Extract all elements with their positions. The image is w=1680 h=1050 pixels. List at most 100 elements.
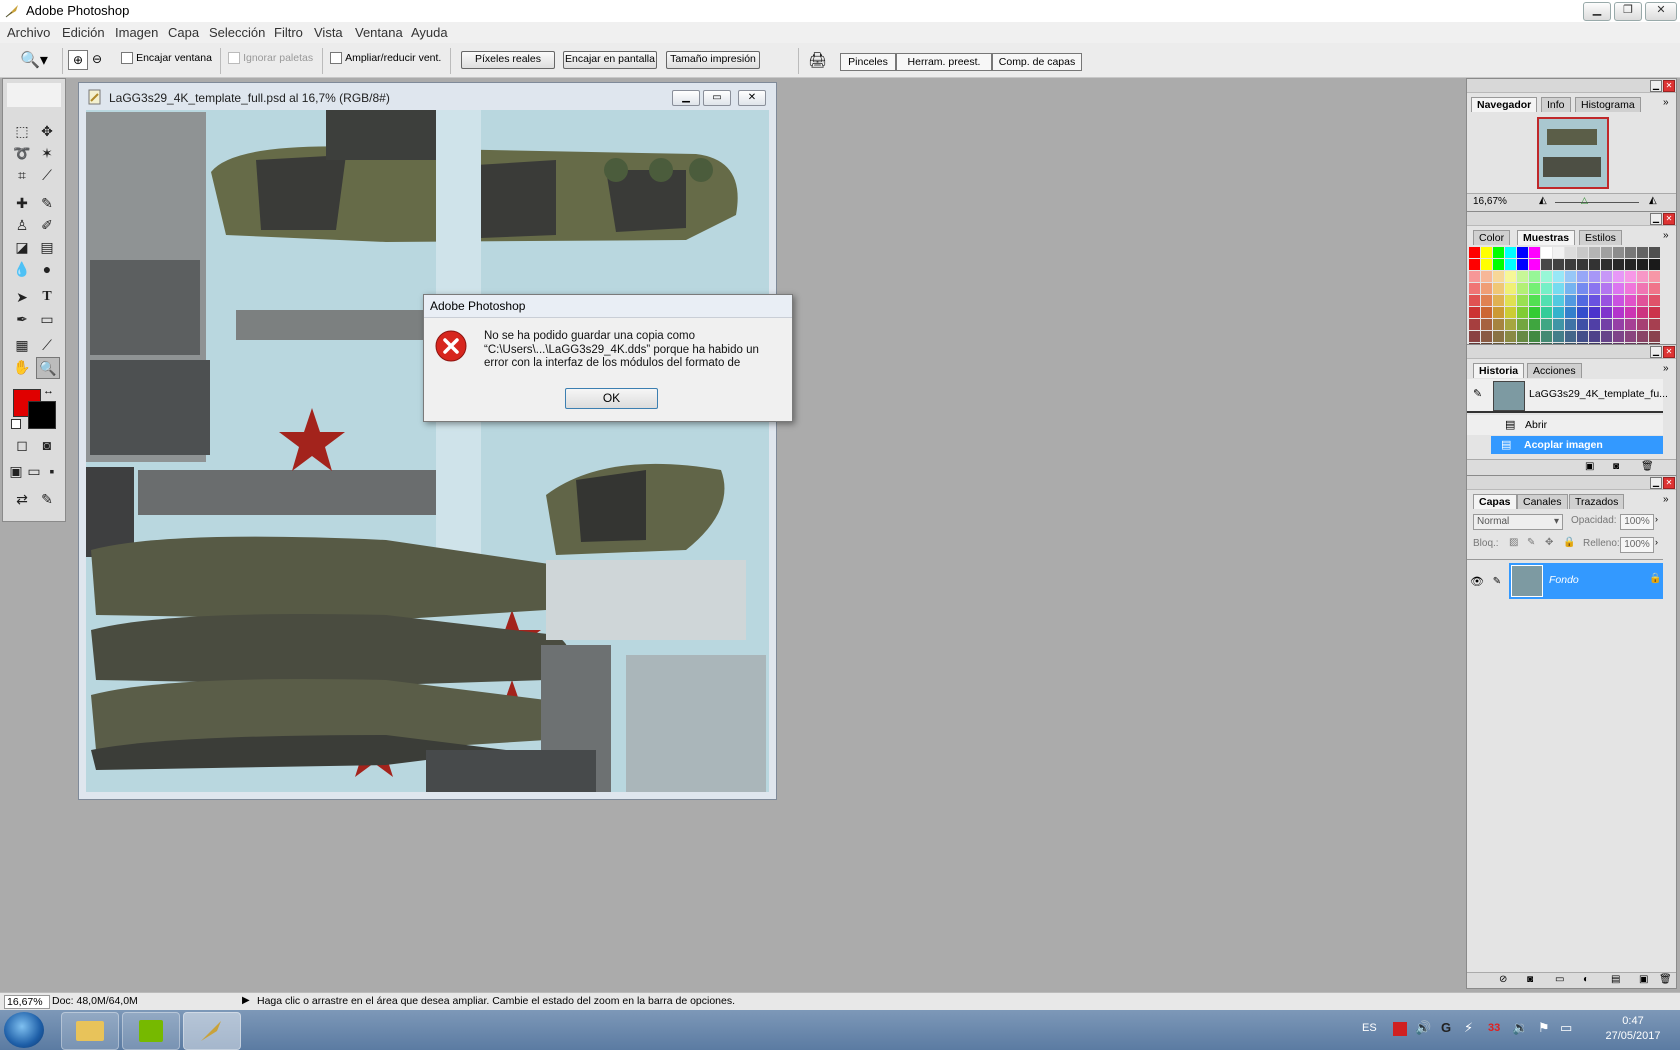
antivirus-tray-icon[interactable] [1393,1022,1407,1036]
tab-histograma[interactable]: Histograma [1575,97,1641,112]
screen-mode-standard-icon[interactable]: ▣ [7,461,25,481]
color-swatch[interactable] [1613,295,1624,306]
link-layers-icon[interactable]: ⊘ [1499,974,1507,985]
zoom-slider-thumb[interactable]: △ [1581,195,1588,206]
color-swatch[interactable] [1577,331,1588,342]
opacity-arrow-icon[interactable]: › [1655,514,1658,524]
color-swatch[interactable] [1637,319,1648,330]
tab-comp-de-capas[interactable]: Comp. de capas [992,53,1082,71]
color-swatch[interactable] [1469,319,1480,330]
color-swatch[interactable] [1637,331,1648,342]
color-swatch[interactable] [1649,331,1660,342]
restore-button[interactable]: ❐ [1614,2,1642,21]
delete-layer-icon[interactable]: 🗑 [1659,974,1672,985]
color-swatch[interactable] [1505,319,1516,330]
speaker-tray-icon[interactable]: 🔊 [1415,1020,1431,1036]
color-swatch[interactable] [1529,307,1540,318]
swap-colors-icon[interactable]: ↔ [43,385,54,397]
palette-minimize-button[interactable]: ▁ [1650,80,1662,92]
color-swatch[interactable] [1505,259,1516,270]
color-swatch[interactable] [1625,283,1636,294]
color-swatch[interactable] [1577,259,1588,270]
tab-acciones[interactable]: Acciones [1527,363,1582,378]
doc-minimize-button[interactable]: ▁ [672,90,700,106]
color-swatch[interactable] [1541,283,1552,294]
history-snapshot[interactable]: ✎ LaGG3s29_4K_template_fu... [1467,379,1668,413]
color-swatch[interactable] [1493,319,1504,330]
palette-well-icon[interactable]: 🖨 [808,51,827,69]
color-swatch[interactable] [1517,259,1528,270]
notes-tool-icon[interactable]: ▦ [11,335,33,355]
snapshot-brush-icon[interactable]: ✎ [1473,387,1482,400]
color-swatch[interactable] [1493,247,1504,258]
color-swatch[interactable] [1649,295,1660,306]
color-swatch[interactable] [1601,247,1612,258]
color-swatch[interactable] [1649,307,1660,318]
palette-minimize-button[interactable]: ▁ [1650,477,1662,489]
history-item[interactable]: ▤ Abrir [1467,415,1663,435]
color-swatch[interactable] [1541,307,1552,318]
clone-stamp-tool-icon[interactable]: ♙ [11,215,33,235]
color-swatch[interactable] [1625,331,1636,342]
slice-tool-icon[interactable]: ⟋ [36,165,58,185]
color-swatch[interactable] [1565,271,1576,282]
lock-all-icon[interactable]: 🔒 [1563,537,1575,548]
color-swatch[interactable] [1649,247,1660,258]
color-swatch[interactable] [1481,247,1492,258]
new-layer-icon[interactable]: ▣ [1639,974,1648,985]
color-swatch[interactable] [1541,331,1552,342]
color-swatch[interactable] [1613,331,1624,342]
color-swatch[interactable] [1481,283,1492,294]
ok-button[interactable]: OK [565,388,658,409]
color-swatch[interactable] [1625,271,1636,282]
background-color-swatch[interactable] [28,401,56,429]
color-swatch[interactable] [1565,331,1576,342]
color-swatch[interactable] [1553,319,1564,330]
color-swatch[interactable] [1481,307,1492,318]
color-swatch[interactable] [1481,295,1492,306]
color-swatch[interactable] [1553,247,1564,258]
menu-imagen[interactable]: Imagen [115,25,158,40]
standard-mode-icon[interactable]: ◻ [11,435,33,455]
close-button[interactable]: ✕ [1645,2,1677,21]
document-canvas[interactable] [86,110,769,792]
edit-in-imageready-icon[interactable]: ✎ [36,489,58,509]
color-swatch[interactable] [1493,331,1504,342]
color-swatch[interactable] [1469,271,1480,282]
fill-field[interactable]: 100% [1620,537,1654,553]
menu-vista[interactable]: Vista [314,25,343,40]
color-swatch[interactable] [1529,259,1540,270]
palette-menu-icon[interactable]: » [1663,230,1669,241]
color-swatch[interactable] [1517,307,1528,318]
history-brush-tool-icon[interactable]: ✐ [36,215,58,235]
color-swatch[interactable] [1517,271,1528,282]
color-swatch[interactable] [1601,331,1612,342]
color-swatch[interactable] [1589,331,1600,342]
opacity-field[interactable]: 100% [1620,514,1654,530]
magic-wand-tool-icon[interactable]: ✶ [36,143,58,163]
palette-close-button[interactable]: ✕ [1663,477,1675,489]
color-swatch[interactable] [1625,295,1636,306]
tab-muestras[interactable]: Muestras [1517,230,1576,245]
color-swatch[interactable] [1541,271,1552,282]
layer-style-icon[interactable]: ◙ [1527,974,1533,985]
lock-transparency-icon[interactable]: ▨ [1509,537,1518,548]
color-swatch[interactable] [1577,307,1588,318]
resize-windows-option[interactable]: Ampliar/reducir vent. [330,52,441,65]
navigator-zoom-value[interactable]: 16,67% [1473,196,1507,207]
color-swatch[interactable] [1505,247,1516,258]
print-size-button[interactable]: Tamaño impresión [666,51,760,69]
color-swatch[interactable] [1565,319,1576,330]
actual-pixels-button[interactable]: Píxeles reales [461,51,555,69]
layer-row-fondo[interactable]: Fondo 🔒 [1509,563,1663,599]
color-swatch[interactable] [1469,331,1480,342]
palette-minimize-button[interactable]: ▁ [1650,213,1662,225]
color-swatch[interactable] [1481,331,1492,342]
color-swatch[interactable] [1589,247,1600,258]
layer-brush-icon[interactable]: ✎ [1489,567,1505,597]
color-swatch[interactable] [1493,271,1504,282]
tab-navegador[interactable]: Navegador [1471,97,1538,112]
color-swatch[interactable] [1541,295,1552,306]
taskbar-nvidia-icon[interactable] [122,1012,180,1050]
color-swatch[interactable] [1577,295,1588,306]
